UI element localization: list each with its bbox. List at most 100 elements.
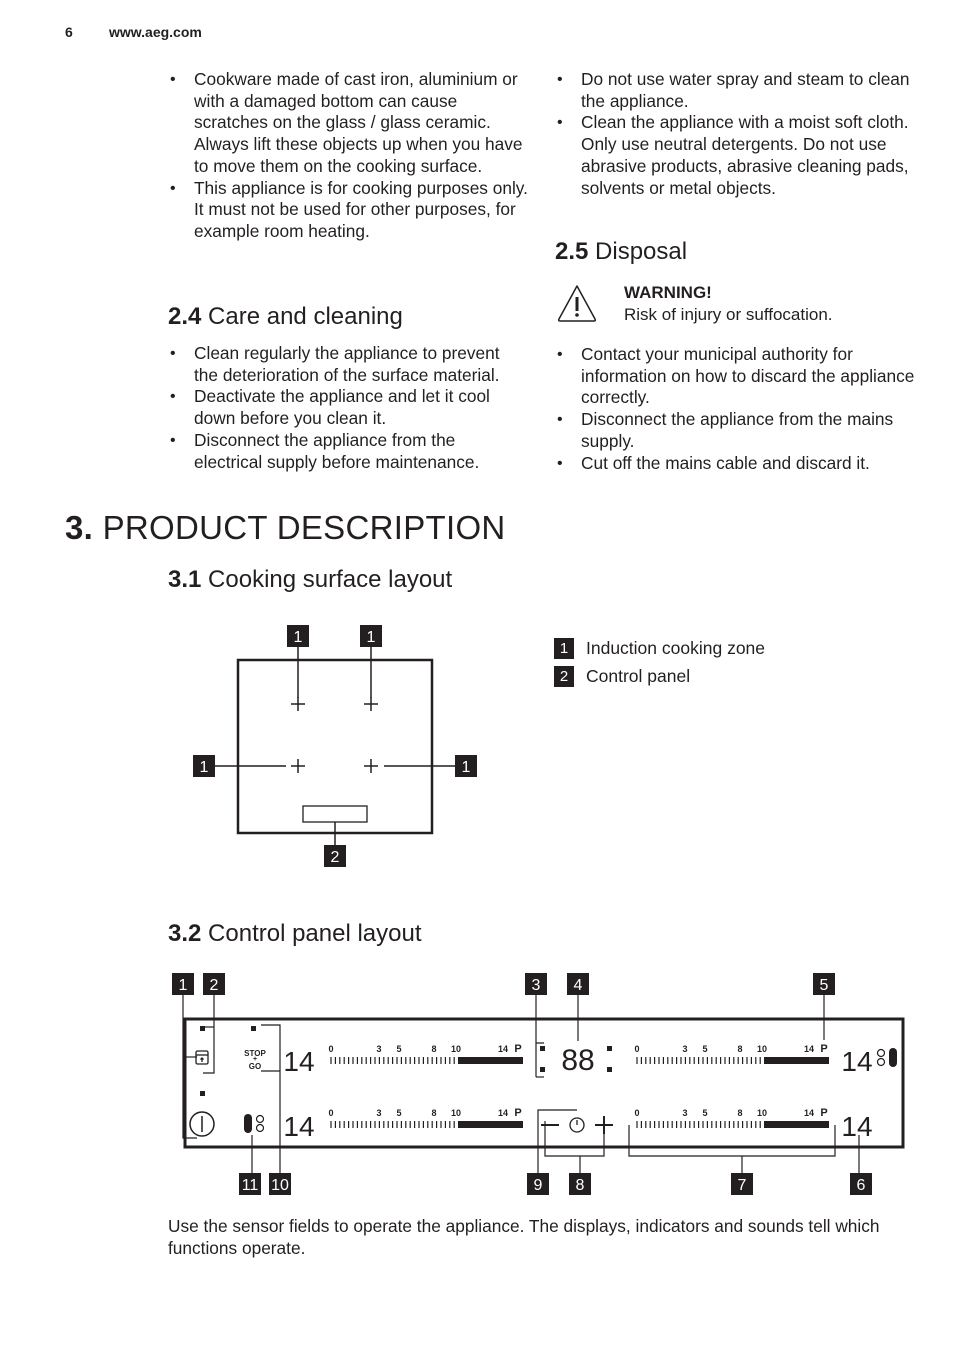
slider-scale-label: 8 [431, 1044, 436, 1054]
power-level-display: 14 [283, 1046, 314, 1077]
slider-scale-label: 5 [396, 1044, 401, 1054]
svg-text:GO: GO [249, 1062, 261, 1071]
legend-item: 1 Induction cooking zone [554, 634, 765, 662]
chapter-title: PRODUCT DESCRIPTION [102, 509, 506, 546]
svg-text:1: 1 [294, 629, 303, 646]
callout-4: 4 [567, 973, 589, 995]
power-slider[interactable]: 0 3 5 8 10 14 P [328, 1043, 523, 1064]
stop-go-icon: STOP + GO [244, 1049, 266, 1071]
callout-control-panel: 2 [324, 822, 346, 867]
list-item: Disconnect the appliance from the mains … [555, 409, 925, 452]
slider-scale-label: 3 [682, 1108, 687, 1118]
legend-badge: 2 [554, 665, 574, 687]
legend-item: 2 Control panel [554, 662, 765, 690]
callout-8: 8 [569, 1173, 591, 1195]
power-level-display: 14 [841, 1046, 872, 1077]
list-item: Deactivate the appliance and let it cool… [168, 386, 528, 429]
list-item: Clean the appliance with a moist soft cl… [555, 112, 925, 199]
zone-selector-icon-right [876, 1048, 897, 1067]
svg-text:4: 4 [574, 977, 583, 994]
control-panel-description: Use the sensor fields to operate the app… [168, 1216, 880, 1258]
callout-3: 3 [525, 973, 547, 995]
list-item: Disconnect the appliance from the electr… [168, 430, 528, 473]
callout-1: 1 [172, 973, 194, 995]
page-number: 6 [65, 24, 73, 40]
legend-label: Control panel [586, 665, 691, 686]
control-panel-outline [302, 805, 368, 823]
slider-scale-label: 10 [451, 1044, 461, 1054]
section-heading-3-2: 3.2 Control panel layout [168, 919, 422, 949]
callout-5: 5 [813, 973, 835, 995]
hob-outline [236, 658, 434, 835]
slider-scale-label: 0 [634, 1044, 639, 1054]
svg-text:10: 10 [271, 1177, 289, 1194]
slider-scale-label: 0 [328, 1044, 333, 1054]
slider-bar [458, 1057, 523, 1064]
slider-bar [764, 1121, 829, 1128]
slider-scale-label: 8 [737, 1044, 742, 1054]
section-title: Care and cleaning [208, 303, 403, 330]
list-item: Cookware made of cast iron, aluminium or… [168, 69, 528, 178]
slider-scale-label: 8 [431, 1108, 436, 1118]
slider-scale-label: 5 [702, 1108, 707, 1118]
svg-text:1: 1 [462, 759, 471, 776]
legend-label: Induction cooking zone [586, 637, 766, 658]
svg-text:8: 8 [576, 1177, 585, 1194]
power-slider[interactable]: 0 3 5 8 10 14 P [634, 1043, 829, 1064]
care-cleaning-list: Clean regularly the appliance to prevent… [168, 343, 528, 473]
svg-text:11: 11 [242, 1177, 259, 1194]
list-item: Clean regularly the appliance to prevent… [168, 343, 528, 386]
callout-7: 7 [731, 1173, 753, 1195]
callout-zone-left: 1 [193, 755, 286, 777]
power-slider[interactable]: 0 3 5 8 10 14 P [328, 1107, 523, 1128]
callout-6: 6 [850, 1173, 872, 1195]
svg-text:3: 3 [532, 977, 541, 994]
cooking-surface-legend: 1 Induction cooking zone 2 Control panel [554, 634, 765, 690]
lock-icon [195, 1050, 209, 1065]
svg-text:2: 2 [210, 977, 219, 994]
slider-scale-label: 0 [634, 1108, 639, 1118]
chapter-number: 3. [65, 509, 94, 546]
power-level-display: 14 [283, 1111, 314, 1142]
section-number: 2.4 [168, 303, 202, 330]
slider-scale-label: P [514, 1043, 521, 1055]
timer-plus-button [595, 1116, 613, 1134]
slider-scale-label: 10 [757, 1108, 767, 1118]
list-item: Cut off the mains cable and discard it. [555, 453, 925, 475]
list-item: Contact your municipal authority for inf… [555, 344, 925, 409]
cooking-surface-diagram: 1 1 1 1 2 [193, 625, 477, 867]
slider-scale-label: P [514, 1107, 521, 1119]
warning-title: WARNING! [624, 283, 712, 302]
svg-text:5: 5 [820, 977, 829, 994]
slider-scale-label: 14 [804, 1108, 814, 1118]
power-slider[interactable]: 0 3 5 8 10 14 P [634, 1107, 829, 1128]
slider-bar [458, 1121, 523, 1128]
power-icon [189, 1111, 215, 1137]
left-intro-list: Cookware made of cast iron, aluminium or… [168, 69, 528, 243]
svg-text:1: 1 [367, 629, 376, 646]
disposal-list: Contact your municipal authority for inf… [555, 344, 925, 474]
slider-scale-label: 14 [498, 1044, 508, 1054]
section-title: Control panel layout [208, 920, 422, 947]
section-title: Cooking surface layout [208, 566, 453, 593]
callout-zone-top-right: 1 [360, 625, 382, 698]
slider-scale-label: 10 [451, 1108, 461, 1118]
section-title: Disposal [595, 238, 688, 265]
callout-2: 2 [203, 973, 225, 995]
list-item: This appliance is for cooking purposes o… [168, 178, 528, 243]
zone-selector-icon [244, 1114, 265, 1133]
callout-11: 11 [239, 1173, 261, 1195]
warning-triangle-icon [557, 285, 597, 322]
section-number: 2.5 [555, 238, 589, 265]
list-item: Do not use water spray and steam to clea… [555, 69, 925, 112]
slider-scale-label: 14 [498, 1108, 508, 1118]
section-heading-2-4: 2.4 Care and cleaning [168, 302, 528, 332]
zone-markers [291, 697, 378, 773]
section-number: 3.1 [168, 566, 202, 593]
svg-text:2: 2 [331, 849, 340, 866]
callout-zone-right: 1 [384, 755, 477, 777]
slider-scale-label: 0 [328, 1108, 333, 1118]
control-panel-diagram: 1 2 3 4 5 11 10 9 8 7 6 STOP + GO 88 141… [172, 973, 905, 1195]
svg-text:6: 6 [857, 1177, 866, 1194]
slider-scale-label: 5 [396, 1108, 401, 1118]
